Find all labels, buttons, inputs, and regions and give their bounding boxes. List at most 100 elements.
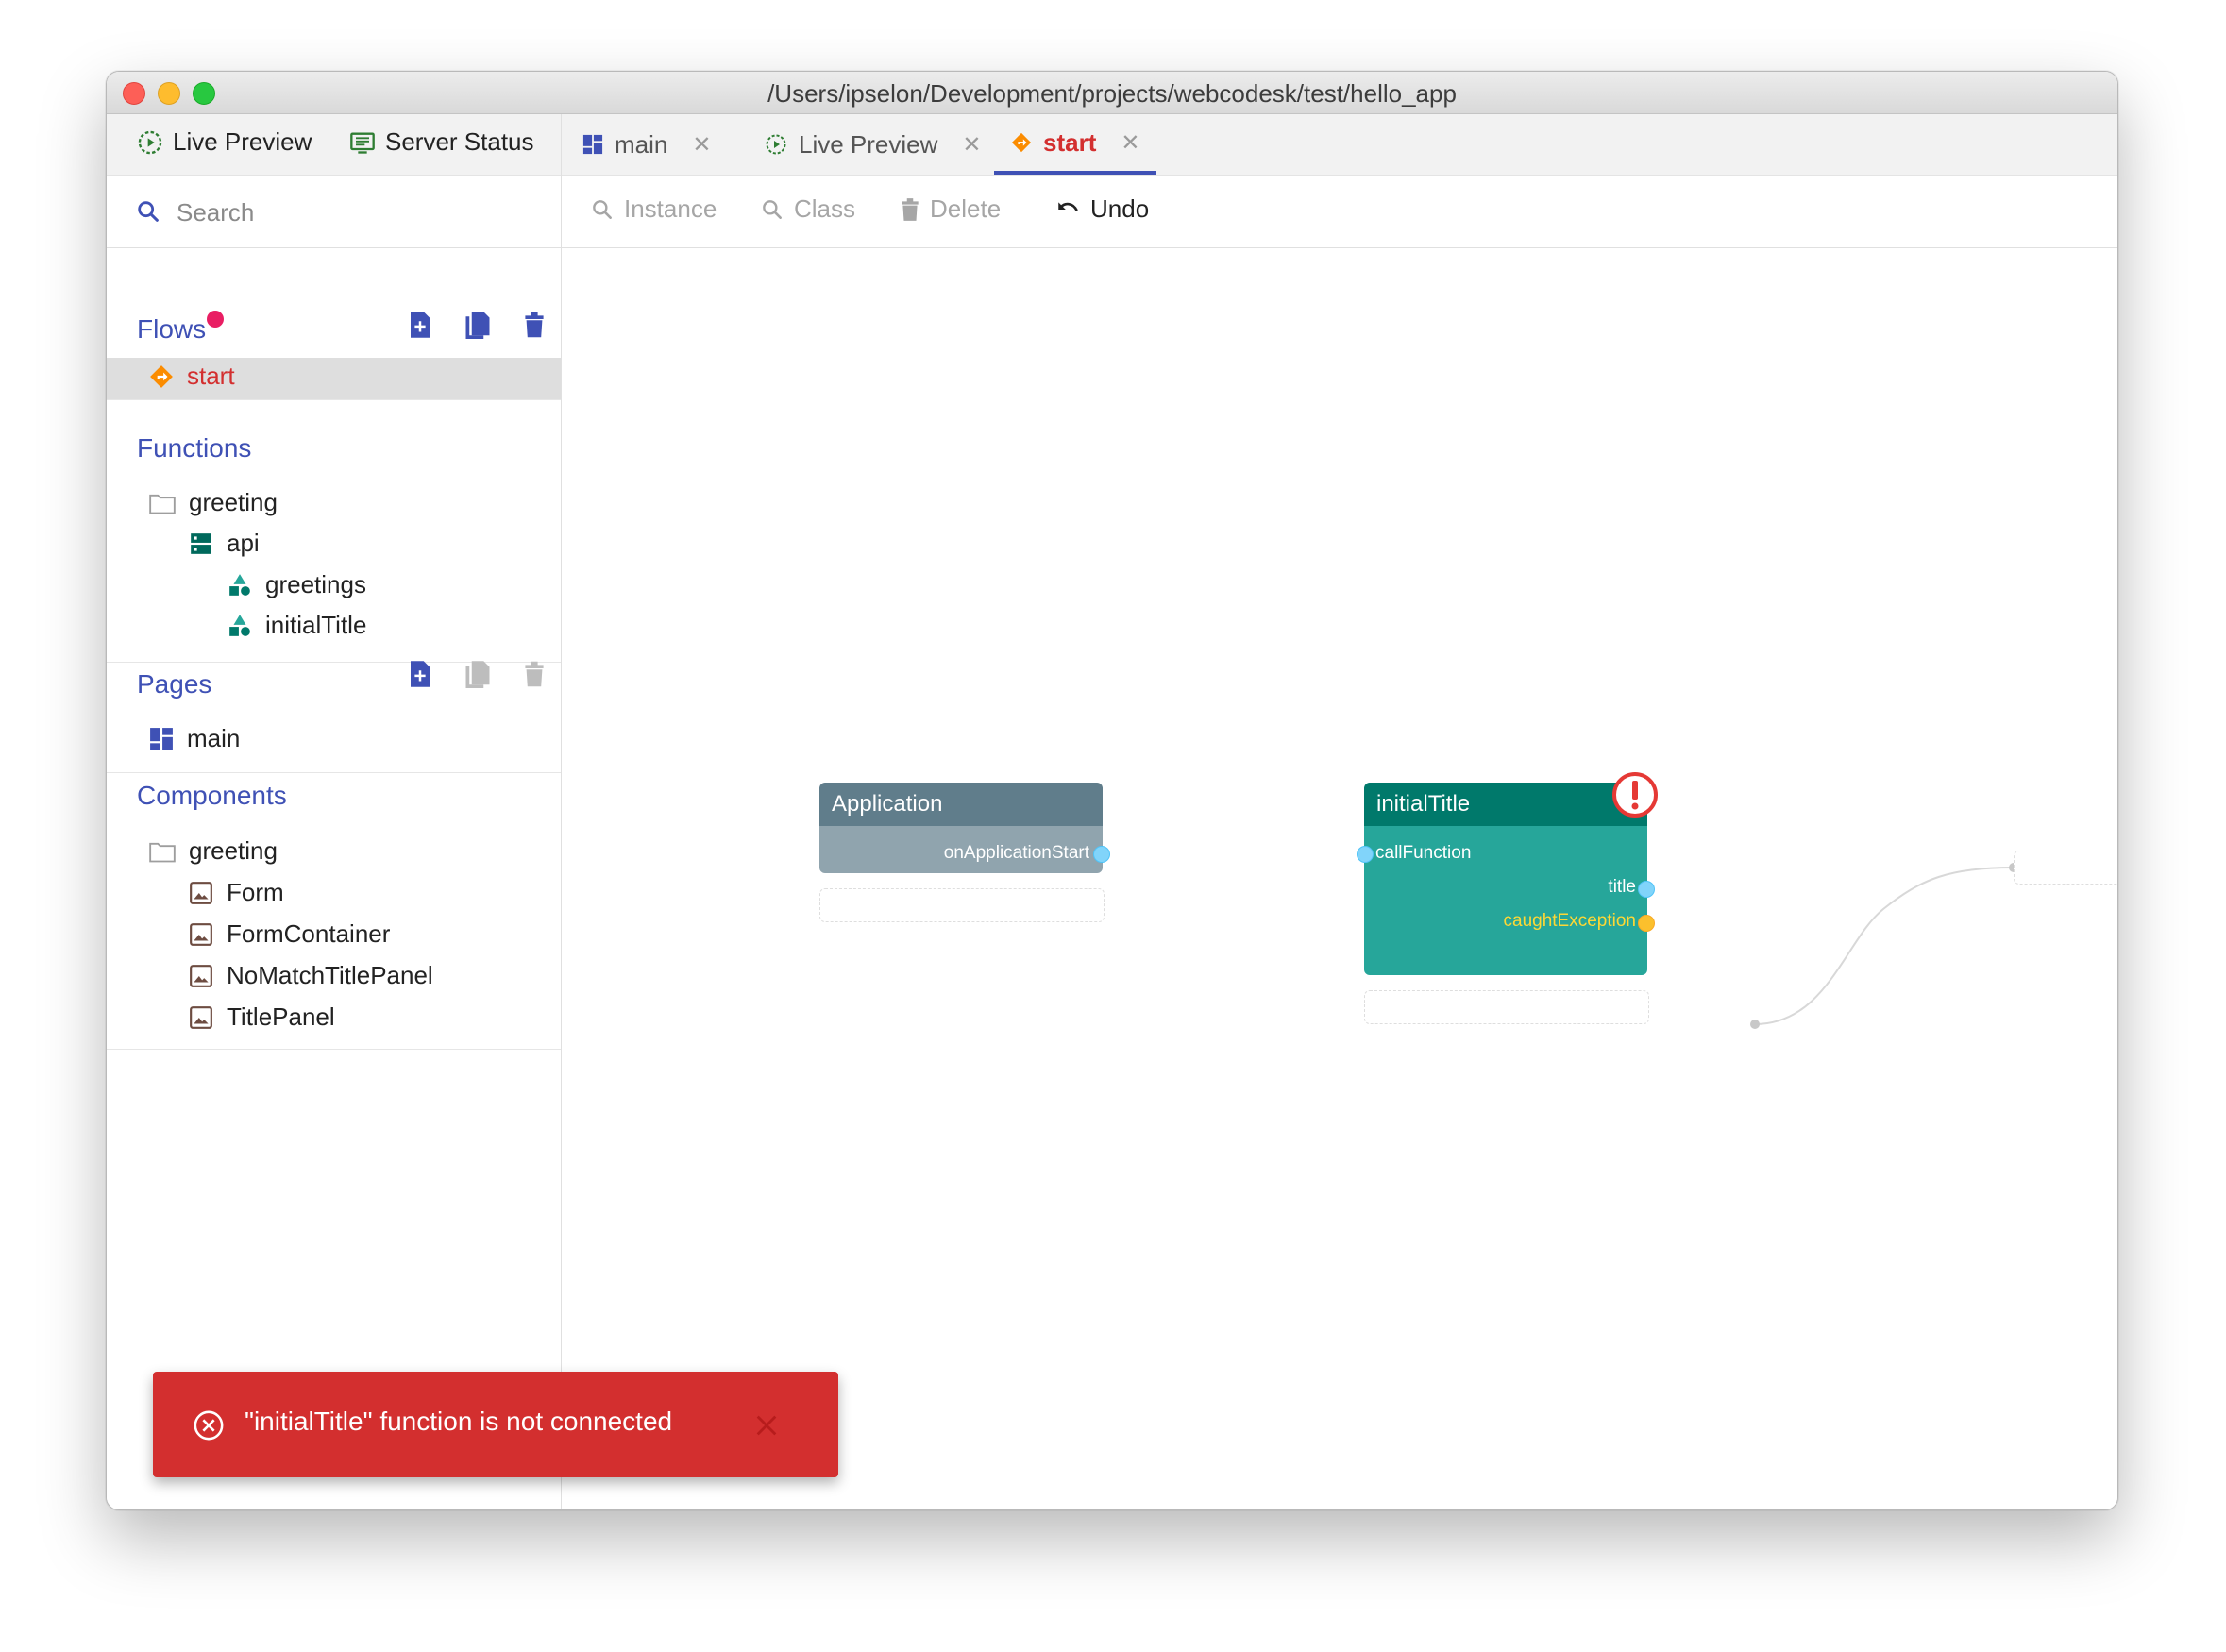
function-icon	[229, 573, 250, 596]
tree-item-label: FormContainer	[227, 919, 391, 948]
application-node[interactable]: Application onApplicationStart	[819, 783, 1110, 873]
error-icon[interactable]	[1611, 771, 1659, 818]
title-port-label: title	[1608, 877, 1636, 897]
input-port-label: callFunction	[1375, 843, 1472, 863]
initialtitle-node-placeholder	[1364, 990, 1649, 1024]
output-port-label: onApplicationStart	[943, 843, 1089, 863]
output-port[interactable]	[1093, 846, 1110, 863]
tab-server-status[interactable]: Server Status	[349, 127, 534, 157]
trash-icon	[902, 197, 919, 221]
class-button[interactable]: Class	[760, 194, 855, 224]
instance-button[interactable]: Instance	[590, 194, 717, 224]
live-preview-icon	[138, 130, 162, 154]
tab-start-label: start	[1043, 127, 1097, 157]
copy-page-button[interactable]	[464, 660, 491, 688]
tab-live-preview[interactable]: Live Preview	[137, 127, 312, 157]
divider	[107, 772, 561, 773]
divider	[107, 399, 561, 400]
tree-item-label: Form	[227, 878, 284, 906]
app-window: /Users/ipselon/Development/projects/webc…	[106, 71, 2118, 1510]
pages-section-title: Pages	[137, 669, 212, 699]
instance-button-label: Instance	[624, 194, 717, 223]
class-button-label: Class	[794, 194, 856, 223]
tree-item-label: TitlePanel	[227, 1003, 335, 1031]
component-icon	[190, 922, 212, 946]
initialtitle-node-title: initialTitle	[1364, 783, 1647, 826]
search-icon	[593, 199, 612, 219]
delete-button[interactable]: Delete	[900, 194, 1001, 224]
search-icon	[763, 199, 782, 219]
title-bar: /Users/ipselon/Development/projects/webc…	[107, 72, 2117, 114]
divider	[107, 1049, 561, 1050]
undo-icon	[1058, 201, 1078, 211]
tree-item-label: main	[187, 724, 241, 752]
flows-section-title: Flows	[137, 314, 207, 344]
component-item-form[interactable]: Form	[189, 878, 284, 907]
add-page-button[interactable]	[408, 660, 432, 688]
search-icon	[138, 201, 159, 222]
add-flow-button[interactable]	[408, 311, 432, 339]
flow-item-label: start	[187, 362, 235, 390]
window-title: /Users/ipselon/Development/projects/webc…	[767, 79, 1457, 108]
page-item-main[interactable]: main	[149, 724, 240, 753]
close-toast-button[interactable]	[753, 1412, 780, 1439]
search-input[interactable]	[175, 193, 537, 232]
partial-node[interactable]	[2014, 851, 2117, 885]
component-item-nomatchtitlepanel[interactable]: NoMatchTitlePanel	[189, 961, 433, 990]
delete-button-label: Delete	[930, 194, 1002, 223]
tab-live-preview-label: Live Preview	[173, 127, 312, 156]
toast-message: "initialTitle" function is not connected	[245, 1407, 673, 1436]
delete-flow-button[interactable]	[523, 311, 546, 339]
sidebar: Live Preview Server Status Flows start F…	[107, 114, 562, 1509]
undo-button-label: Undo	[1090, 194, 1150, 223]
function-item-greetings[interactable]: greetings	[228, 570, 366, 599]
application-node-title: Application	[819, 783, 1103, 826]
pages-actions	[408, 660, 546, 688]
undo-button[interactable]: Undo	[1054, 194, 1149, 224]
error-toast: "initialTitle" function is not connected	[153, 1372, 838, 1477]
error-circle-icon	[194, 1410, 224, 1441]
flow-canvas[interactable]: Application onApplicationStart initialTi…	[562, 248, 2117, 1509]
tree-item-label: greeting	[189, 836, 278, 865]
folder-icon	[149, 842, 176, 862]
title-output-port[interactable]	[1638, 881, 1655, 898]
components-section-title: Components	[137, 781, 287, 810]
live-preview-icon	[766, 134, 786, 155]
input-port[interactable]	[1357, 846, 1374, 863]
component-item-titlepanel[interactable]: TitlePanel	[189, 1003, 335, 1032]
function-module-api[interactable]: api	[189, 529, 260, 558]
component-item-formcontainer[interactable]: FormContainer	[189, 919, 390, 949]
function-folder-greeting[interactable]: greeting	[149, 488, 278, 517]
flow-item-start[interactable]: start	[149, 362, 235, 391]
tree-item-label: api	[227, 529, 260, 557]
component-folder-greeting[interactable]: greeting	[149, 836, 278, 866]
close-tab-main-icon[interactable]: ✕	[692, 131, 711, 159]
tab-live-preview-editor-label: Live Preview	[799, 129, 938, 159]
tree-item-label: initialTitle	[265, 611, 367, 639]
application-node-placeholder	[819, 888, 1105, 922]
close-tab-live-preview-icon[interactable]: ✕	[962, 131, 981, 159]
connection-lines	[1750, 863, 2018, 1029]
editor-tabs: main ✕ Live Preview ✕ start ✕	[562, 114, 2117, 176]
page-icon	[150, 727, 173, 750]
search-bar	[107, 176, 561, 248]
server-status-icon	[350, 132, 375, 154]
tab-main-label: main	[615, 129, 668, 159]
tab-start[interactable]: start ✕	[994, 114, 1157, 175]
flows-badge	[207, 311, 224, 328]
initialtitle-node[interactable]: initialTitle callFunction title caughtEx…	[1357, 772, 1658, 975]
caught-exception-output-port[interactable]	[1638, 915, 1655, 932]
tab-main[interactable]: main ✕	[582, 114, 711, 175]
delete-page-button[interactable]	[523, 660, 546, 688]
component-icon	[190, 1005, 212, 1029]
editor-toolbar: Instance Class Delete Undo	[562, 176, 2117, 248]
main-area: main ✕ Live Preview ✕ start ✕ Instance C…	[562, 114, 2117, 1509]
page-icon	[582, 134, 603, 155]
flows-actions	[408, 311, 546, 339]
function-item-initialtitle[interactable]: initialTitle	[228, 611, 366, 640]
copy-flow-button[interactable]	[464, 311, 491, 339]
close-tab-start-icon[interactable]: ✕	[1121, 129, 1139, 157]
module-icon	[191, 532, 211, 554]
function-icon	[229, 614, 250, 636]
tab-live-preview-editor[interactable]: Live Preview ✕	[765, 114, 982, 175]
